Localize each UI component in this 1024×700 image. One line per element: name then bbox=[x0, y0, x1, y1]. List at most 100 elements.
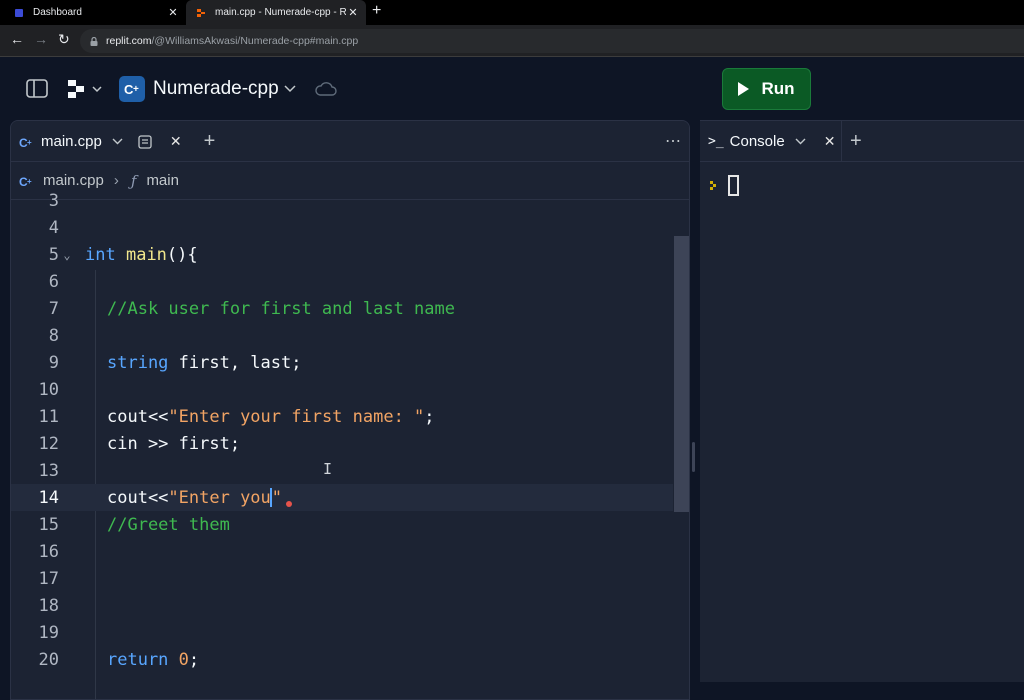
line-number: 3 bbox=[48, 190, 59, 211]
chevron-down-icon[interactable] bbox=[112, 138, 123, 145]
code-line: 18 bbox=[11, 592, 673, 619]
code-line: 16 bbox=[11, 538, 673, 565]
code-line: 12 cin >> first; bbox=[11, 430, 673, 457]
chevron-down-icon[interactable] bbox=[284, 85, 296, 93]
editor-tab-bar: C + main.cpp ✕ + ⋯ bbox=[11, 121, 689, 162]
browser-tab-main-cpp[interactable]: main.cpp - Numerade-cpp - Replit ✕ bbox=[186, 0, 366, 25]
console-tab-bar: >_ Console ✕ + bbox=[700, 121, 1024, 162]
svg-text:+: + bbox=[133, 84, 139, 95]
add-tab-icon[interactable]: + bbox=[204, 130, 216, 153]
code-comment: //Ask user for first and last name bbox=[107, 298, 455, 319]
code-token: return bbox=[107, 649, 169, 670]
new-tab-icon[interactable]: + bbox=[372, 2, 381, 20]
run-button[interactable]: Run bbox=[722, 68, 811, 110]
code-token: string bbox=[107, 352, 169, 373]
code-line: 19 bbox=[11, 619, 673, 646]
line-number: 13 bbox=[38, 460, 59, 481]
code-token: int bbox=[85, 244, 116, 265]
line-number: 10 bbox=[38, 379, 59, 400]
line-number: 16 bbox=[38, 541, 59, 562]
close-icon[interactable]: ✕ bbox=[170, 133, 182, 150]
add-tab-icon[interactable]: + bbox=[850, 130, 862, 153]
code-line: 11 cout<<"Enter your first name: "; bbox=[11, 403, 673, 430]
browser-tab-title: main.cpp - Numerade-cpp - Replit bbox=[215, 7, 346, 18]
replit-favicon-icon bbox=[197, 8, 205, 17]
cpp-file-icon: C + bbox=[19, 136, 32, 149]
code-token: ; bbox=[188, 649, 200, 670]
console-panel: >_ Console ✕ + bbox=[700, 120, 1024, 682]
code-comment: //Greet them bbox=[107, 514, 230, 535]
line-number: 19 bbox=[38, 622, 59, 643]
back-arrow-icon[interactable]: ← bbox=[10, 31, 24, 47]
code-line: 8 bbox=[11, 322, 673, 349]
replit-favicon-icon bbox=[15, 8, 23, 17]
line-number: 14 bbox=[38, 487, 59, 508]
browser-tab-title: Dashboard bbox=[33, 7, 82, 18]
url-field[interactable]: replit.com/@WilliamsAkwasi/Numerade-cpp#… bbox=[80, 29, 1024, 53]
reload-icon[interactable]: ↻ bbox=[58, 31, 70, 48]
code-line-active: 14 cout<<"Enter you" bbox=[11, 484, 673, 511]
code-line: 6 bbox=[11, 268, 673, 295]
ibeam-cursor-icon: I bbox=[323, 460, 333, 478]
line-number: 11 bbox=[38, 406, 59, 427]
sidebar-toggle-icon[interactable] bbox=[26, 79, 48, 98]
code-string: " bbox=[271, 487, 283, 508]
address-bar-row: ← → ↻ replit.com/@WilliamsAkwasi/Numerad… bbox=[0, 25, 1024, 57]
cpp-file-icon: C + bbox=[19, 175, 32, 188]
code-line: 17 bbox=[11, 565, 673, 592]
editor-scrollbar[interactable] bbox=[674, 236, 689, 512]
replit-header: C + Numerade-cpp Run bbox=[0, 57, 1024, 120]
code-token: main bbox=[125, 244, 167, 265]
tab-main-cpp[interactable]: C + main.cpp ✕ + bbox=[11, 121, 215, 162]
code-token: cout<< bbox=[107, 406, 169, 427]
code-token: ; bbox=[424, 406, 435, 427]
play-icon bbox=[738, 82, 750, 96]
tab-console[interactable]: >_ Console ✕ bbox=[700, 121, 842, 162]
code-token: first, last; bbox=[168, 352, 302, 373]
code-number: 0 bbox=[178, 649, 189, 670]
code-line: 10 bbox=[11, 376, 673, 403]
more-options-icon[interactable]: ⋯ bbox=[665, 131, 682, 151]
cpp-language-icon: C + bbox=[119, 76, 145, 102]
line-number: 9 bbox=[48, 352, 59, 373]
code-token: cin >> first; bbox=[107, 433, 241, 454]
console-prompt[interactable] bbox=[710, 175, 739, 196]
repl-name[interactable]: Numerade-cpp bbox=[153, 78, 279, 100]
browser-tab-dashboard[interactable]: Dashboard ✕ bbox=[0, 0, 186, 25]
code-line: 20 return 0; bbox=[11, 646, 673, 673]
url-path: /@WilliamsAkwasi/Numerade-cpp#main.cpp bbox=[151, 35, 359, 47]
code-line: 3 bbox=[11, 187, 673, 214]
close-tab-icon[interactable]: ✕ bbox=[166, 6, 180, 19]
file-outline-icon[interactable] bbox=[138, 134, 152, 149]
code-line: 13 bbox=[11, 457, 673, 484]
line-number: 8 bbox=[48, 325, 59, 346]
code-area[interactable]: 3 4 5 ⌄ int main(){ 6 7 //Ask user for firs… bbox=[11, 191, 689, 699]
tab-label: Console bbox=[729, 133, 785, 150]
browser-tab-strip: Dashboard ✕ main.cpp - Numerade-cpp - Re… bbox=[0, 0, 1024, 25]
line-number: 12 bbox=[38, 433, 59, 454]
panel-resize-handle[interactable] bbox=[690, 120, 700, 682]
line-number: 5 bbox=[48, 244, 59, 265]
line-number: 18 bbox=[38, 595, 59, 616]
code-token: cout<< bbox=[107, 487, 169, 508]
replit-logo-icon[interactable] bbox=[66, 79, 104, 99]
line-number: 6 bbox=[48, 271, 59, 292]
fold-chevron-icon[interactable]: ⌄ bbox=[59, 248, 75, 262]
close-icon[interactable]: ✕ bbox=[824, 133, 836, 150]
code-string: "Enter you bbox=[168, 487, 271, 508]
run-button-label: Run bbox=[761, 79, 795, 98]
line-number: 4 bbox=[48, 217, 59, 238]
svg-text:+: + bbox=[27, 138, 32, 147]
svg-text:+: + bbox=[27, 177, 32, 186]
editor-panel: C + main.cpp ✕ + ⋯ C + main.cpp › ƒ main 3… bbox=[10, 120, 690, 700]
forward-arrow-icon[interactable]: → bbox=[34, 31, 48, 47]
chevron-down-icon[interactable] bbox=[795, 138, 806, 145]
code-line: 5 ⌄ int main(){ bbox=[11, 241, 673, 268]
line-number: 15 bbox=[38, 514, 59, 535]
line-number: 7 bbox=[48, 298, 59, 319]
terminal-cursor bbox=[728, 175, 739, 196]
tab-label: main.cpp bbox=[41, 133, 102, 150]
code-line: 9 string first, last; bbox=[11, 349, 673, 376]
prompt-chevron-icon bbox=[710, 181, 716, 190]
close-tab-icon[interactable]: ✕ bbox=[346, 6, 360, 19]
